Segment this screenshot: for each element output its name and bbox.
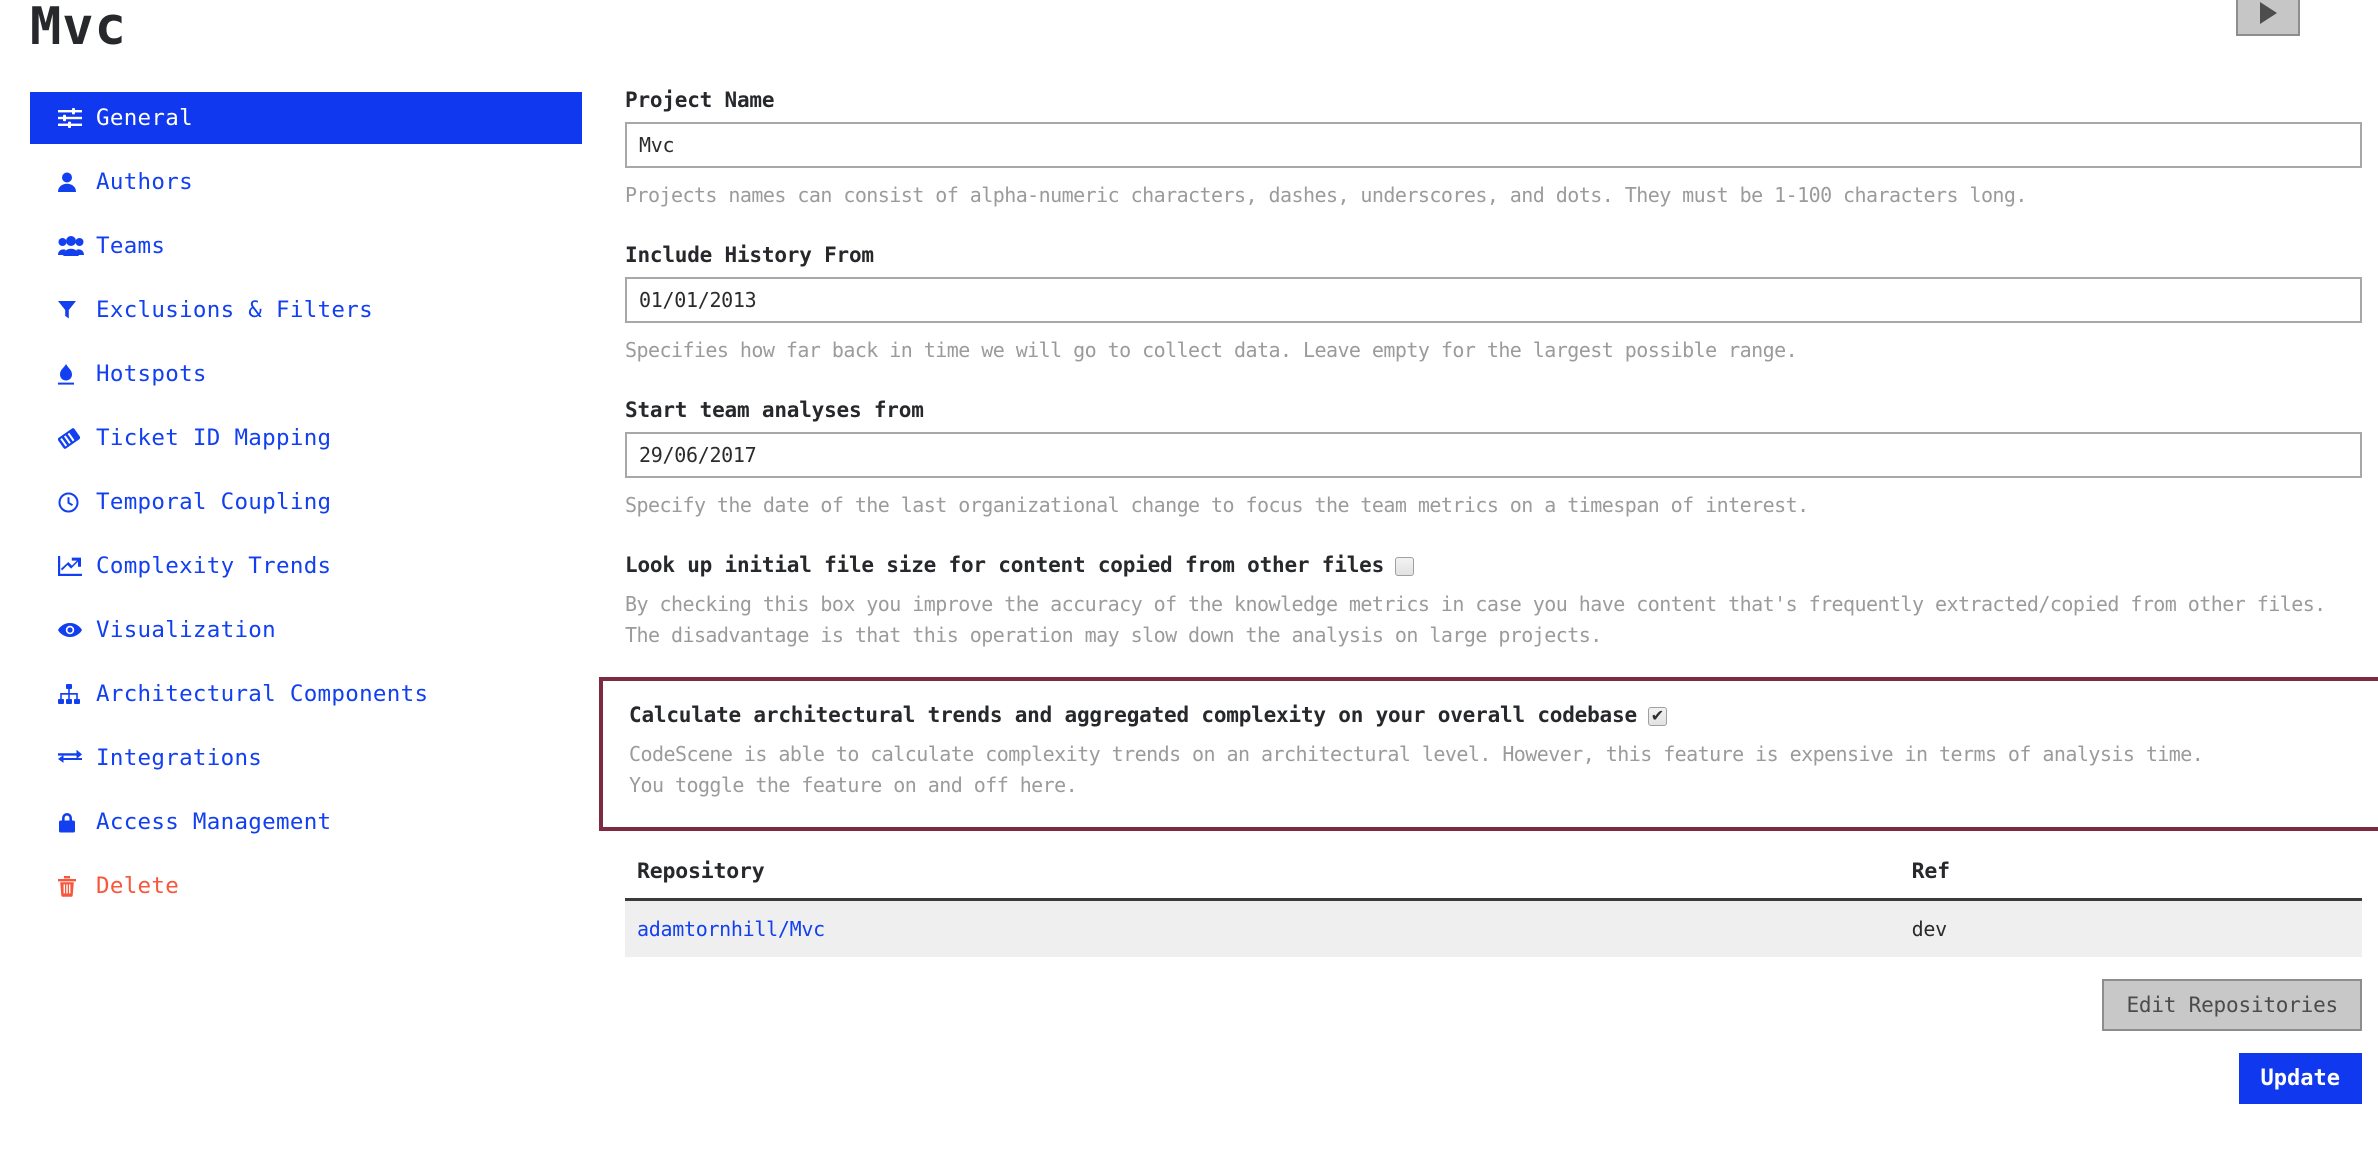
project-name-help: Projects names can consist of alpha-nume… [625,183,2027,207]
update-row: Update [625,1053,2362,1104]
sidebar-item-architectural-components[interactable]: Architectural Components [30,668,582,720]
sidebar-item-label: Authors [96,169,193,195]
sidebar-item-general[interactable]: General [30,92,582,144]
play-icon [2259,2,2277,24]
sidebar-item-authors[interactable]: Authors [30,156,582,208]
table-row: adamtornhill/Mvc dev [625,899,2362,957]
sidebar-item-label: Hotspots [96,361,207,387]
update-button[interactable]: Update [2238,1053,2362,1104]
calculate-architectural-trends-row: Calculate architectural trends and aggre… [629,703,2358,727]
settings-form: Project Name Projects names can consist … [599,88,2378,1104]
page-title: Mvc [30,0,127,57]
flame-icon [58,363,84,385]
sidebar-item-integrations[interactable]: Integrations [30,732,582,784]
lock-icon [58,811,84,833]
lookup-initial-file-size-help: By checking this box you improve the acc… [625,592,2326,647]
eye-icon [58,619,84,641]
sidebar-item-hotspots[interactable]: Hotspots [30,348,582,400]
field-include-history-from: Include History From Specifies how far b… [625,243,2362,366]
include-history-from-help: Specifies how far back in time we will g… [625,338,1798,362]
include-history-from-input[interactable] [625,277,2362,323]
repository-link[interactable]: adamtornhill/Mvc [637,917,825,941]
start-team-analyses-from-label: Start team analyses from [625,398,924,422]
play-button[interactable] [2236,0,2300,36]
sidebar-item-label: Visualization [96,617,276,643]
project-name-label: Project Name [625,88,775,112]
sidebar-item-label: Complexity Trends [96,553,332,579]
column-header-ref: Ref [1899,857,2362,901]
sidebar: General Authors Teams Exclusions & Filte… [30,92,582,924]
check-icon: ✔ [1650,706,1665,725]
edit-repositories-button[interactable]: Edit Repositories [2102,979,2362,1031]
sidebar-item-ticket-id-mapping[interactable]: Ticket ID Mapping [30,412,582,464]
table-header-row: Repository Ref [625,857,2362,901]
field-calculate-architectural-trends: Calculate architectural trends and aggre… [599,677,2378,831]
field-lookup-initial-file-size: Look up initial file size for content co… [625,553,2362,651]
sliders-icon [58,107,84,129]
sidebar-item-label: General [96,105,193,131]
lookup-initial-file-size-checkbox[interactable]: ✔ [1395,556,1415,576]
cell-ref: dev [1899,899,2362,957]
start-team-analyses-from-input[interactable] [625,432,2362,478]
sidebar-item-exclusions-filters[interactable]: Exclusions & Filters [30,284,582,336]
calculate-architectural-trends-label: Calculate architectural trends and aggre… [629,703,1637,727]
chart-line-icon [58,555,84,577]
edit-repositories-row: Edit Repositories [625,979,2362,1031]
filter-icon [58,299,84,321]
sidebar-item-teams[interactable]: Teams [30,220,582,272]
start-team-analyses-from-help: Specify the date of the last organizatio… [625,493,1809,517]
cell-repository: adamtornhill/Mvc [625,899,1900,957]
sidebar-item-label: Access Management [96,809,332,835]
repositories-table: Repository Ref adamtornhill/Mvc dev [625,857,2362,957]
trash-icon [58,875,84,897]
sidebar-item-label: Delete [96,873,180,899]
calculate-architectural-trends-checkbox[interactable]: ✔ [1647,706,1667,726]
sidebar-item-label: Temporal Coupling [96,489,332,515]
tag-icon [58,427,84,449]
clock-icon [58,491,84,513]
sidebar-item-label: Architectural Components [96,681,429,707]
users-icon [58,235,84,257]
sidebar-item-label: Ticket ID Mapping [96,425,332,451]
sidebar-item-label: Integrations [96,745,263,771]
column-header-repository: Repository [625,857,1900,901]
field-start-team-analyses-from: Start team analyses from Specify the dat… [625,398,2362,521]
sidebar-item-visualization[interactable]: Visualization [30,604,582,656]
sidebar-item-access-management[interactable]: Access Management [30,796,582,848]
sidebar-item-temporal-coupling[interactable]: Temporal Coupling [30,476,582,528]
lookup-initial-file-size-row: Look up initial file size for content co… [625,553,2362,577]
sidebar-item-delete[interactable]: Delete [30,860,582,912]
field-project-name: Project Name Projects names can consist … [625,88,2362,211]
sidebar-item-complexity-trends[interactable]: Complexity Trends [30,540,582,592]
exchange-icon [58,747,84,769]
include-history-from-label: Include History From [625,243,874,267]
sidebar-item-label: Exclusions & Filters [96,297,373,323]
project-name-input[interactable] [625,122,2362,168]
settings-page: Mvc General Authors Teams Exclusions & F… [0,0,2378,1154]
lookup-initial-file-size-label: Look up initial file size for content co… [625,553,1385,577]
sidebar-item-label: Teams [96,233,166,259]
sitemap-icon [58,683,84,705]
user-icon [58,171,84,193]
calculate-architectural-trends-help: CodeScene is able to calculate complexit… [629,742,2204,797]
